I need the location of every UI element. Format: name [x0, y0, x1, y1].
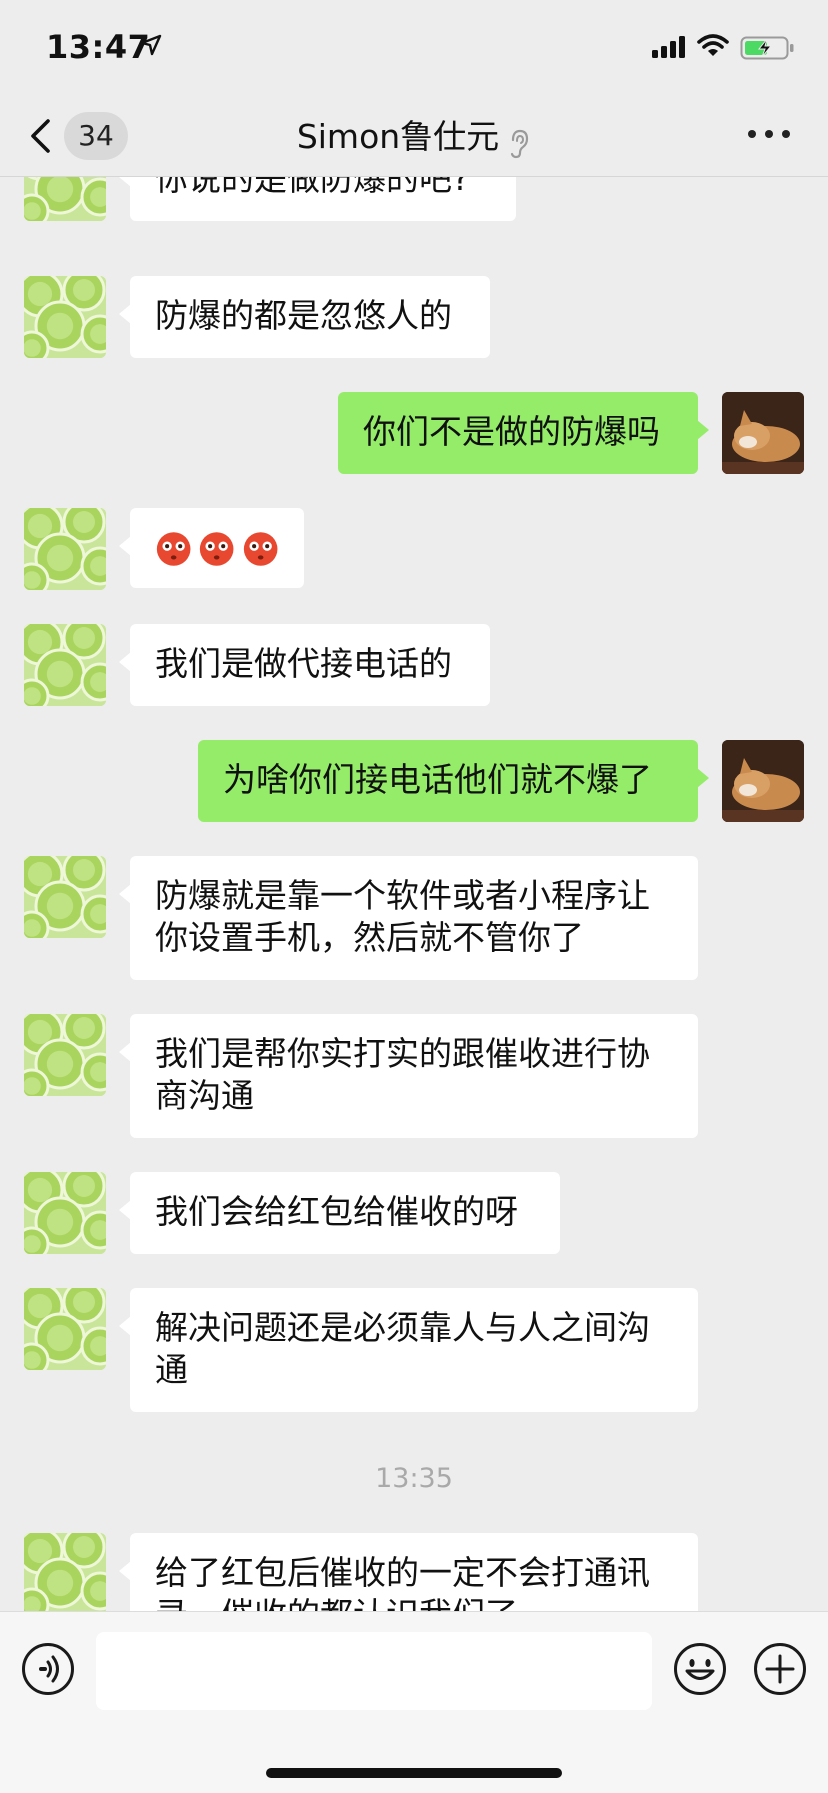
- contact-avatar[interactable]: [24, 276, 106, 358]
- incoming-message-bubble[interactable]: 你说的是做防爆的吧?: [119, 177, 516, 221]
- flushed-emoji: [243, 532, 278, 566]
- emoji-row: [155, 529, 279, 569]
- contact-avatar[interactable]: [24, 508, 106, 590]
- message-text: 我们是做代接电话的: [155, 644, 452, 683]
- contact-avatar[interactable]: [24, 624, 106, 706]
- incoming-message-bubble[interactable]: 防爆就是靠一个软件或者小程序让你设置手机，然后就不管你了: [119, 856, 698, 980]
- my-avatar[interactable]: [722, 392, 804, 474]
- flushed-emoji: [156, 532, 191, 566]
- incoming-message-bubble[interactable]: 给了红包后催收的一定不会打通讯录，催收的都认识我们了: [119, 1533, 698, 1611]
- input-bar: [0, 1611, 828, 1793]
- message-text: 我们会给红包给催收的呀: [155, 1192, 518, 1231]
- contact-avatar[interactable]: [24, 177, 106, 221]
- plus-icon[interactable]: [753, 1642, 807, 1696]
- incoming-message-bubble[interactable]: 我们会给红包给催收的呀: [119, 1172, 560, 1254]
- my-avatar[interactable]: [722, 740, 804, 822]
- incoming-message-bubble[interactable]: 我们是做代接电话的: [119, 624, 490, 706]
- message-text: 解决问题还是必须靠人与人之间沟通: [155, 1308, 650, 1389]
- status-time: 13:47: [46, 28, 151, 66]
- incoming-message-bubble[interactable]: 我们是帮你实打实的跟催收进行协商沟通: [119, 1014, 698, 1138]
- time-separator: 13:35: [375, 1463, 453, 1494]
- wifi-icon: [697, 34, 729, 56]
- outgoing-message-bubble[interactable]: 你们不是做的防爆吗: [338, 392, 709, 474]
- message-text: 我们是帮你实打实的跟催收进行协商沟通: [155, 1034, 650, 1115]
- message-text: 防爆就是靠一个软件或者小程序让你设置手机，然后就不管你了: [155, 876, 650, 957]
- location-arrow-icon: [140, 34, 162, 56]
- message-text: 你们不是做的防爆吗: [363, 412, 660, 451]
- more-dots-icon: [748, 130, 756, 138]
- message-text: 为啥你们接电话他们就不爆了: [223, 760, 652, 799]
- incoming-message-bubble[interactable]: 解决问题还是必须靠人与人之间沟通: [119, 1288, 698, 1412]
- message-list[interactable]: 你说的是做防爆的吧? 防爆的都是忽悠人的 你们不是做的防爆吗 我们是做代接电话的…: [0, 177, 828, 1611]
- contact-avatar[interactable]: [24, 1288, 106, 1370]
- chat-title-wrap: Simon鲁仕元: [0, 110, 828, 160]
- message-text: 你说的是做防爆的吧?: [155, 177, 470, 198]
- contact-avatar[interactable]: [24, 1014, 106, 1096]
- ear-icon: [511, 129, 529, 158]
- home-indicator[interactable]: [266, 1768, 562, 1778]
- status-bar: 13:47: [0, 0, 828, 96]
- signal-icon: [652, 36, 685, 58]
- message-text: 给了红包后催收的一定不会打通讯录，催收的都认识我们了: [155, 1553, 650, 1611]
- contact-avatar[interactable]: [24, 1533, 106, 1611]
- incoming-message-bubble[interactable]: 防爆的都是忽悠人的: [119, 276, 490, 358]
- chat-title: Simon鲁仕元: [296, 117, 500, 156]
- more-options-button[interactable]: [748, 120, 792, 150]
- outgoing-message-bubble[interactable]: 为啥你们接电话他们就不爆了: [198, 740, 709, 822]
- voice-icon[interactable]: [21, 1642, 75, 1696]
- flushed-emoji: [200, 532, 234, 566]
- emoji-face-icon[interactable]: [673, 1642, 727, 1696]
- message-input[interactable]: [96, 1632, 652, 1710]
- chat-header: 34 Simon鲁仕元: [0, 96, 828, 177]
- incoming-message-bubble[interactable]: [119, 508, 304, 588]
- contact-avatar[interactable]: [24, 1172, 106, 1254]
- battery-charging-icon: [740, 36, 794, 60]
- contact-avatar[interactable]: [24, 856, 106, 938]
- message-text: 防爆的都是忽悠人的: [155, 296, 452, 335]
